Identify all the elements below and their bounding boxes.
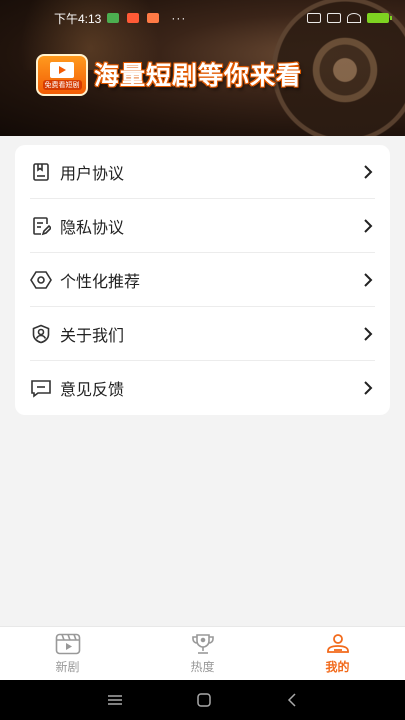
chevron-right-icon xyxy=(361,326,375,341)
tab-mine[interactable]: 我的 xyxy=(270,627,405,680)
battery-icon xyxy=(367,13,392,23)
tab-new-dramas[interactable]: 新剧 xyxy=(0,627,135,680)
chevron-right-icon xyxy=(361,164,375,179)
document-icon xyxy=(30,161,52,183)
tab-popularity[interactable]: 热度 xyxy=(135,627,270,680)
status-indicators xyxy=(307,13,392,23)
menu-item-label: 隐私协议 xyxy=(60,217,125,237)
menu-item-user-agreement[interactable]: 用户协议 xyxy=(30,145,375,199)
logo-caption: 免费看短剧 xyxy=(42,80,82,90)
feedback-message-icon xyxy=(30,377,52,399)
notification-icon xyxy=(107,13,120,23)
menu-item-label: 个性化推荐 xyxy=(60,271,141,291)
chevron-right-icon xyxy=(361,218,375,233)
video-play-icon xyxy=(50,62,74,78)
sim-icon xyxy=(327,13,341,23)
tab-label: 新剧 xyxy=(55,660,80,674)
settings-menu: 用户协议 隐私协议 个性化推荐 关于我们 意见反馈 xyxy=(15,145,390,415)
tab-label: 我的 xyxy=(325,660,350,674)
menu-icon[interactable] xyxy=(107,694,123,706)
tab-label: 热度 xyxy=(190,660,215,674)
shield-user-icon xyxy=(30,323,52,345)
edit-document-icon xyxy=(30,215,52,237)
profile-icon xyxy=(326,634,349,653)
wifi-icon xyxy=(347,13,361,23)
menu-item-label: 关于我们 xyxy=(60,325,125,345)
more-notifications-icon: ··· xyxy=(171,11,187,25)
notification-icon xyxy=(147,13,160,23)
app-logo: 免费看短剧 xyxy=(36,54,88,96)
menu-item-personalized-recommendation[interactable]: 个性化推荐 xyxy=(30,253,375,307)
nfc-icon xyxy=(307,13,321,23)
menu-item-label: 用户协议 xyxy=(60,163,125,183)
bottom-navigation: 新剧 热度 我的 xyxy=(0,626,405,680)
chevron-right-icon xyxy=(361,272,375,287)
settings-gear-icon xyxy=(30,269,52,291)
header-banner: 下午4:13 ··· 免费看短剧 海量短剧等你来看 xyxy=(0,0,405,136)
menu-item-privacy-agreement[interactable]: 隐私协议 xyxy=(30,199,375,253)
status-bar: 下午4:13 ··· xyxy=(0,0,405,36)
menu-item-about-us[interactable]: 关于我们 xyxy=(30,307,375,361)
menu-item-label: 意见反馈 xyxy=(60,380,125,399)
notification-icon xyxy=(127,13,140,23)
back-icon[interactable] xyxy=(286,692,298,708)
home-icon[interactable] xyxy=(196,692,212,708)
status-time: 下午4:13 xyxy=(54,11,102,26)
banner-title: 海量短剧等你来看 xyxy=(94,61,303,90)
system-navigation-bar xyxy=(0,680,405,720)
film-icon xyxy=(55,633,80,655)
menu-item-feedback[interactable]: 意见反馈 xyxy=(30,361,375,415)
trophy-icon xyxy=(191,634,214,654)
chevron-right-icon xyxy=(361,381,375,395)
